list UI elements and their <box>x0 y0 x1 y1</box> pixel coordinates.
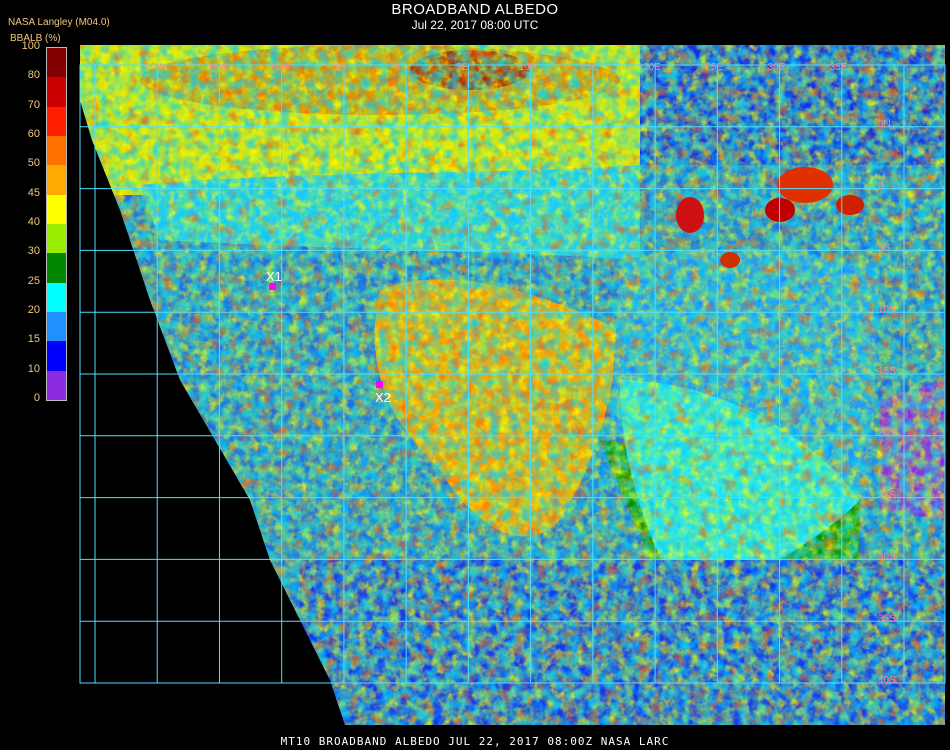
colorbar-tick: 70 <box>27 98 40 111</box>
colorbar-segment <box>47 370 66 400</box>
satellite-swath <box>80 45 945 725</box>
longitude-label: 10W <box>270 62 291 73</box>
colorbar-segment <box>47 48 66 78</box>
latitude-label: 5N <box>878 119 891 130</box>
colorbar-segment <box>47 135 66 166</box>
latitude-label: 40S <box>878 675 896 686</box>
colorbar-tick: 10 <box>27 362 40 375</box>
map-title: BROADBAND ALBEDO <box>391 1 559 18</box>
longitude-label: 10E <box>519 62 537 73</box>
footer-caption: MT10 BROADBAND ALBEDO JUL 22, 2017 08:00… <box>280 735 670 748</box>
colorbar-tick: 0 <box>33 392 40 404</box>
colorbar-segment <box>47 253 66 283</box>
colorbar-tick: 80 <box>27 69 40 82</box>
latitude-label: 35S <box>878 613 896 624</box>
longitude-label: 5W <box>332 62 348 73</box>
albedo-map: 20W 15W 10W 5W 0 5E 10E 15E 20E 25E 30E 35E 5N 0 5S 10S… <box>79 45 946 725</box>
longitude-label: 20W <box>145 62 166 73</box>
credit-label: NASA Langley (M04.0) <box>8 17 110 28</box>
latitude-label: 30S <box>878 552 896 563</box>
latitude-label: 10S <box>878 304 896 315</box>
colorbar-segment <box>47 106 66 136</box>
colorbar-segment <box>47 311 66 342</box>
latitude-label: 15S <box>878 366 896 377</box>
colorbar <box>46 47 67 401</box>
colorbar-tick: 25 <box>27 274 40 287</box>
longitude-label: 25E <box>705 62 723 73</box>
latitude-label: 25S <box>878 490 896 501</box>
colorbar-tick: 100 <box>21 40 40 52</box>
longitude-label: 15W <box>207 62 228 73</box>
colorbar-segment <box>47 194 66 224</box>
colorbar-tick: 45 <box>27 186 40 199</box>
colorbar-segment <box>47 341 66 371</box>
map-subtitle: Jul 22, 2017 08:00 UTC <box>411 18 539 32</box>
longitude-label: 15E <box>581 62 599 73</box>
svg-text:X1: X1 <box>266 269 282 284</box>
colorbar-tick: 50 <box>27 157 40 170</box>
colorbar-segment <box>47 223 66 254</box>
colorbar-segment <box>47 282 66 312</box>
longitude-label: 0 <box>394 62 400 73</box>
longitude-label: 20E <box>643 62 661 73</box>
longitude-label: 30E <box>768 62 786 73</box>
longitude-label: 5E <box>456 62 469 73</box>
colorbar-tick: 60 <box>27 128 40 140</box>
latitude-label: 5S <box>878 243 891 254</box>
colorbar-segment <box>47 165 66 195</box>
longitude-label: 35E <box>830 62 848 73</box>
colorbar-tick: 30 <box>27 245 40 258</box>
colorbar-segment <box>47 77 66 107</box>
colorbar-tick: 40 <box>27 216 40 228</box>
colorbar-tick: 20 <box>27 304 40 316</box>
latitude-label: 20S <box>878 428 896 439</box>
svg-text:X2: X2 <box>375 390 391 405</box>
latitude-label: 0 <box>878 181 884 192</box>
colorbar-tick: 15 <box>27 333 40 346</box>
